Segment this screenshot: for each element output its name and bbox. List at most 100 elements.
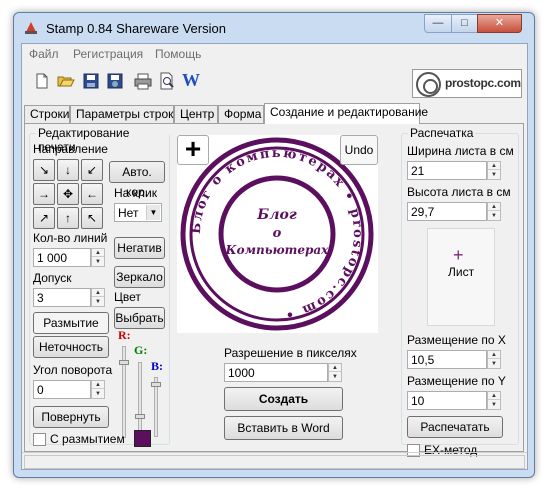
dir-center-button[interactable]: ✥	[57, 183, 79, 205]
new-file-icon[interactable]	[33, 72, 51, 90]
undo-button[interactable]: Undo	[340, 135, 378, 165]
spin-up-icon[interactable]: ▲	[92, 381, 104, 389]
r-label: R:	[118, 328, 131, 342]
rotation-angle-spinner[interactable]: ▲ ▼	[91, 380, 105, 399]
chevron-down-icon: ▼	[146, 205, 160, 220]
print-preview-icon[interactable]	[158, 72, 176, 90]
status-bar	[22, 452, 527, 470]
g-slider-thumb[interactable]	[135, 414, 145, 419]
imprecision-button[interactable]: Неточность	[33, 336, 109, 358]
on-click-label: На клик	[114, 186, 158, 200]
sheet-height-spinner[interactable]: ▲ ▼	[487, 202, 501, 221]
blur-button[interactable]: Размытие	[33, 312, 109, 334]
spin-down-icon[interactable]: ▼	[488, 360, 500, 368]
menu-registration[interactable]: Регистрация	[73, 47, 143, 61]
rotation-angle-input[interactable]: 0	[33, 380, 91, 399]
save-icon[interactable]	[82, 72, 100, 90]
sheet-preview[interactable]: + Лист	[427, 228, 495, 326]
with-blur-checkbox[interactable]	[33, 433, 46, 446]
pos-y-label: Размещение по Y	[407, 374, 506, 388]
tab-center[interactable]: Центр	[174, 105, 218, 123]
lines-count-spinner[interactable]: ▲ ▼	[91, 248, 105, 267]
insert-word-button[interactable]: Вставить в Word	[224, 416, 343, 440]
rotate-button[interactable]: Повернуть	[33, 406, 109, 428]
sheet-label: Лист	[448, 265, 475, 279]
pos-x-label: Размещение по X	[407, 333, 506, 347]
tolerance-label: Допуск	[33, 271, 72, 285]
g-slider[interactable]	[138, 362, 142, 438]
close-button[interactable]: ✕	[477, 14, 522, 33]
resolution-input[interactable]: 1000	[224, 363, 328, 382]
choose-color-button[interactable]: Выбрать	[114, 307, 165, 329]
spin-down-icon[interactable]: ▼	[488, 212, 500, 220]
stamp-app-icon	[25, 22, 37, 34]
pos-x-input[interactable]: 10,5	[407, 350, 487, 369]
dir-right-button[interactable]: →	[33, 183, 55, 205]
dir-up-right-button[interactable]: ↗	[33, 207, 55, 229]
resolution-spinner[interactable]: ▲ ▼	[328, 363, 342, 382]
dir-down-left-button[interactable]: ↙	[81, 159, 103, 181]
spin-up-icon[interactable]: ▲	[92, 249, 104, 257]
g-label: G:	[134, 343, 148, 357]
menu-bar: Файл Регистрация Помощь	[22, 44, 527, 64]
spin-down-icon[interactable]: ▼	[92, 390, 104, 398]
dir-down-right-button[interactable]: ↘	[33, 159, 55, 181]
sheet-width-spinner[interactable]: ▲ ▼	[487, 161, 501, 180]
menu-help[interactable]: Помощь	[155, 47, 201, 61]
tab-shape[interactable]: Форма	[218, 105, 264, 123]
tab-strings[interactable]: Строки	[24, 105, 70, 123]
spin-up-icon[interactable]: ▲	[488, 392, 500, 400]
b-label: B:	[151, 359, 163, 373]
dir-up-left-button[interactable]: ↖	[81, 207, 103, 229]
dir-left-button[interactable]: ←	[81, 183, 103, 205]
pos-y-input[interactable]: 10	[407, 391, 487, 410]
dir-up-button[interactable]: ↑	[57, 207, 79, 229]
spin-up-icon[interactable]: ▲	[488, 351, 500, 359]
stamp-center-line-2: о	[273, 226, 282, 241]
lines-count-label: Кол-во линий	[33, 231, 108, 245]
save-as-icon[interactable]	[106, 72, 124, 90]
sheet-height-input[interactable]: 29,7	[407, 202, 487, 221]
sheet-width-label: Ширина листа в см	[407, 144, 514, 158]
spin-down-icon[interactable]: ▼	[92, 258, 104, 266]
with-blur-label: С размытием	[50, 432, 125, 446]
spin-up-icon[interactable]: ▲	[488, 203, 500, 211]
negative-button[interactable]: Негатив	[114, 237, 165, 259]
title-bar[interactable]: Stamp 0.84 Shareware Version — □ ✕	[14, 13, 534, 43]
print-button[interactable]: Распечатать	[407, 416, 503, 438]
stamp-center-line-1: Блог	[256, 207, 297, 223]
auto-cor-button[interactable]: Авто. кор.	[109, 161, 165, 199]
spin-down-icon[interactable]: ▼	[488, 171, 500, 179]
minimize-button[interactable]: —	[424, 14, 452, 33]
app-window: Stamp 0.84 Shareware Version — □ ✕ Файл …	[13, 12, 535, 478]
direction-label: Направление	[33, 142, 108, 156]
tab-string-params[interactable]: Параметры строк	[70, 105, 174, 123]
spin-down-icon[interactable]: ▼	[329, 373, 341, 381]
b-slider-thumb[interactable]	[151, 382, 161, 387]
open-folder-icon[interactable]	[57, 72, 75, 90]
tab-panel-create-edit: Редактирование печати Направление ↘ ↓ ↙ …	[24, 123, 524, 457]
tab-create-edit[interactable]: Создание и редактирование	[264, 103, 428, 124]
maximize-button[interactable]: □	[451, 14, 478, 33]
on-click-select[interactable]: Нет ▼	[114, 203, 162, 222]
spin-up-icon[interactable]: ▲	[329, 364, 341, 372]
spin-down-icon[interactable]: ▼	[488, 401, 500, 409]
create-button[interactable]: Создать	[224, 387, 343, 411]
add-button[interactable]: +	[177, 135, 209, 165]
lines-count-input[interactable]: 1 000	[33, 248, 91, 267]
on-click-value: Нет	[118, 206, 139, 220]
print-icon[interactable]	[134, 72, 152, 90]
tolerance-spinner[interactable]: ▲ ▼	[91, 288, 105, 307]
pos-y-spinner[interactable]: ▲ ▼	[487, 391, 501, 410]
menu-file[interactable]: Файл	[29, 47, 59, 61]
pos-x-spinner[interactable]: ▲ ▼	[487, 350, 501, 369]
word-icon[interactable]: W	[182, 70, 200, 90]
sheet-width-input[interactable]: 21	[407, 161, 487, 180]
spin-up-icon[interactable]: ▲	[92, 289, 104, 297]
r-slider-thumb[interactable]	[119, 360, 129, 365]
tolerance-input[interactable]: 3	[33, 288, 91, 307]
spin-down-icon[interactable]: ▼	[92, 298, 104, 306]
mirror-button[interactable]: Зеркало	[114, 266, 165, 288]
dir-down-button[interactable]: ↓	[57, 159, 79, 181]
spin-up-icon[interactable]: ▲	[488, 162, 500, 170]
